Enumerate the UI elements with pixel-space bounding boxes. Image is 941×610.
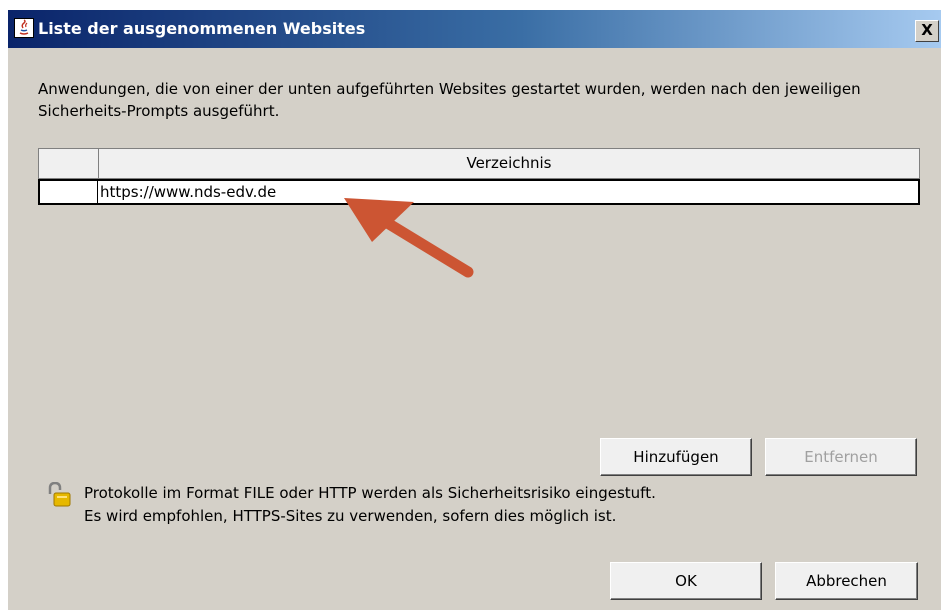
add-button[interactable]: Hinzufügen	[600, 438, 752, 476]
table-row-url-cell[interactable]: https://www.nds-edv.de	[100, 181, 910, 203]
java-icon	[14, 18, 34, 38]
title-bar[interactable]: Liste der ausgenommenen Websites X	[8, 10, 941, 48]
ok-button[interactable]: OK	[610, 562, 762, 600]
close-button[interactable]: X	[915, 20, 939, 42]
table-row-index-cell[interactable]	[40, 181, 98, 203]
remove-button[interactable]: Entfernen	[765, 438, 917, 476]
security-info-text: Protokolle im Format FILE oder HTTP werd…	[84, 482, 784, 528]
description-text: Anwendungen, die von einer der unten auf…	[38, 80, 861, 120]
websites-table: Verzeichnis https://www.nds-edv.de	[38, 148, 920, 428]
dialog-window: Liste der ausgenommenen Websites X Anwen…	[8, 10, 941, 610]
unlocked-padlock-icon	[46, 481, 72, 508]
table-header-empty-cell	[39, 149, 99, 178]
cancel-button[interactable]: Abbrechen	[775, 562, 918, 600]
table-row[interactable]: https://www.nds-edv.de	[38, 179, 920, 205]
table-header-directory[interactable]: Verzeichnis	[99, 149, 919, 178]
security-info-line-2: Es wird empfohlen, HTTPS-Sites zu verwen…	[84, 507, 617, 525]
table-header: Verzeichnis	[38, 148, 920, 179]
security-info-line-1: Protokolle im Format FILE oder HTTP werd…	[84, 484, 656, 502]
window-title: Liste der ausgenommenen Websites	[38, 19, 366, 38]
